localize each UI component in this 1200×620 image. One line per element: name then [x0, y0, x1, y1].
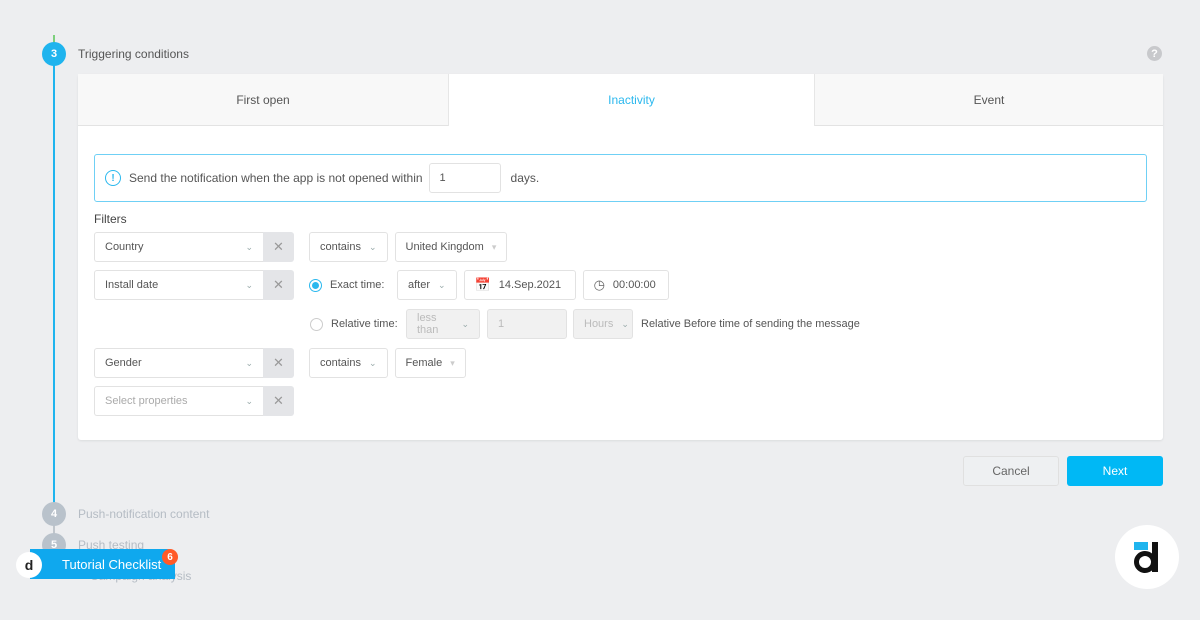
devtodev-logo[interactable] [1115, 525, 1179, 589]
chevron-down-icon: ⌄ [621, 318, 629, 329]
value-text: Female [405, 357, 443, 369]
next-button[interactable]: Next [1067, 456, 1163, 486]
value-select[interactable]: Female ▾ [394, 348, 466, 378]
operator-select[interactable]: contains ⌄ [309, 348, 388, 378]
remove-filter-button[interactable]: ✕ [263, 386, 294, 416]
relative-time-radio[interactable]: Relative time: [310, 317, 406, 331]
checklist-badge: 6 [162, 549, 178, 565]
triggering-conditions-card: First open Inactivity Event ! Send the n… [78, 74, 1163, 440]
chevron-down-icon: ⌄ [368, 241, 377, 252]
radio-unchecked-icon [310, 317, 323, 331]
filter-row-new: Select properties ⌄ ✕ [94, 386, 294, 416]
select-properties-dropdown[interactable]: Select properties ⌄ [94, 386, 263, 416]
timeline-line-active [53, 60, 55, 505]
info-text: Send the notification when the app is no… [129, 171, 423, 185]
filter-row: Country ⌄ ✕ contains ⌄ United Kingdom ▾ [94, 232, 508, 262]
exact-time-radio[interactable]: Exact time: [309, 278, 397, 292]
tab-event[interactable]: Event [815, 74, 1163, 126]
chevron-down-icon: ⌄ [245, 241, 253, 252]
property-value: Country [105, 241, 144, 253]
exact-time-label: Exact time: [330, 279, 385, 291]
relative-note: Relative Before time of sending the mess… [641, 318, 860, 330]
filters-label: Filters [94, 212, 127, 226]
property-select[interactable]: Install date ⌄ [94, 270, 263, 300]
remove-filter-button[interactable]: ✕ [263, 270, 294, 300]
exact-operator-value: after [408, 279, 431, 291]
relative-unit-value: Hours [584, 318, 614, 330]
trigger-tabs: First open Inactivity Event [78, 74, 1163, 126]
relative-value-input[interactable]: 1 [487, 309, 567, 339]
placeholder-text: Select properties [105, 395, 188, 407]
clock-icon: ◷ [593, 277, 605, 292]
relative-unit-select[interactable]: Hours ⌄ [573, 309, 633, 339]
days-input[interactable] [428, 163, 501, 193]
property-value: Gender [105, 357, 142, 369]
calendar-icon: 📅 [474, 277, 491, 292]
chevron-down-icon: ⌄ [245, 395, 253, 406]
step-4-title[interactable]: Push-notification content [78, 507, 209, 521]
inactivity-info-box: ! Send the notification when the app is … [94, 154, 1147, 202]
time-value: 00:00:00 [612, 279, 656, 291]
caret-down-icon: ▾ [491, 241, 497, 252]
filter-row: Gender ⌄ ✕ contains ⌄ Female ▾ [94, 348, 466, 378]
step-3-number: 3 [42, 42, 66, 66]
date-value: 14.Sep.2021 [498, 279, 562, 291]
tutorial-checklist-button[interactable]: Tutorial Checklist [30, 549, 175, 579]
property-select[interactable]: Country ⌄ [94, 232, 263, 262]
property-select[interactable]: Gender ⌄ [94, 348, 263, 378]
tab-first-open[interactable]: First open [78, 74, 448, 126]
brand-d-icon [1134, 542, 1158, 573]
value-select[interactable]: United Kingdom ▾ [394, 232, 508, 262]
step-4-number: 4 [42, 502, 66, 526]
days-suffix: days. [510, 171, 540, 185]
relative-operator-select[interactable]: less than ⌄ [406, 309, 480, 339]
value-text: United Kingdom [405, 241, 484, 253]
filter-row: Install date ⌄ ✕ Exact time: after ⌄ 📅 14.S… [94, 270, 669, 300]
property-value: Install date [105, 279, 159, 291]
date-input[interactable]: 📅 14.Sep.2021 [463, 270, 576, 300]
chevron-down-icon: ⌄ [368, 357, 377, 368]
exact-operator-select[interactable]: after ⌄ [397, 270, 457, 300]
cancel-button[interactable]: Cancel [963, 456, 1059, 486]
step-3-title[interactable]: Triggering conditions [78, 47, 189, 61]
remove-filter-button[interactable]: ✕ [263, 232, 294, 262]
relative-operator-value: less than [417, 312, 439, 336]
caret-down-icon: ▾ [450, 357, 455, 368]
tab-inactivity[interactable]: Inactivity [448, 74, 815, 126]
operator-select[interactable]: contains ⌄ [309, 232, 388, 262]
info-icon: ! [105, 170, 121, 186]
checklist-logo-icon: d [16, 552, 42, 578]
help-icon[interactable]: ? [1147, 46, 1162, 61]
time-input[interactable]: ◷ 00:00:00 [582, 270, 669, 300]
chevron-down-icon: ⌄ [245, 357, 253, 368]
operator-value: contains [320, 357, 361, 369]
relative-time-row: Relative time: less than ⌄ 1 Hours ⌄ Relat… [310, 309, 860, 339]
remove-filter-button[interactable]: ✕ [263, 348, 294, 378]
radio-checked-icon [309, 278, 322, 292]
operator-value: contains [320, 241, 361, 253]
relative-time-label: Relative time: [331, 318, 398, 330]
tutorial-checklist-label: Tutorial Checklist [62, 556, 162, 572]
chevron-down-icon: ⌄ [461, 318, 469, 329]
chevron-down-icon: ⌄ [438, 279, 446, 290]
chevron-down-icon: ⌄ [245, 279, 253, 290]
